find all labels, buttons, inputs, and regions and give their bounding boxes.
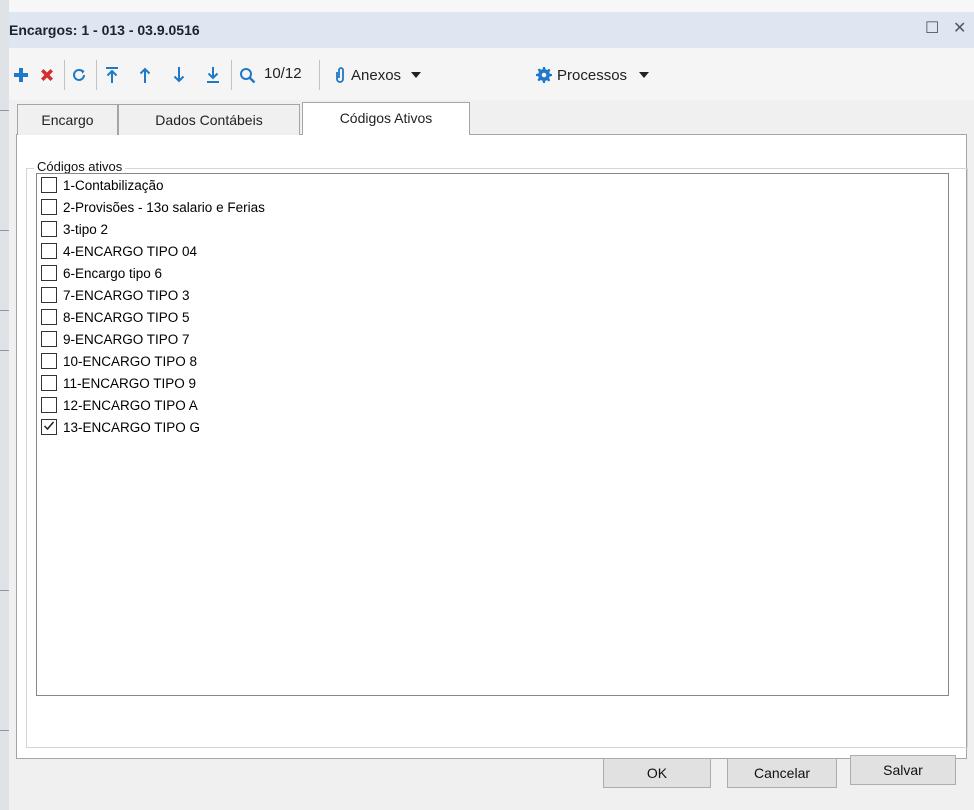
item-label: 8-ENCARGO TIPO 5 — [63, 310, 190, 325]
list-item[interactable]: 9-ENCARGO TIPO 7 — [41, 330, 190, 352]
search-icon — [240, 67, 256, 84]
checkbox[interactable] — [41, 287, 57, 304]
save-button[interactable]: Salvar — [850, 755, 956, 785]
tab-dados-contabeis[interactable]: Dados Contábeis — [118, 104, 300, 135]
list-item[interactable]: 12-ENCARGO TIPO A — [41, 396, 198, 418]
attachments-label: Anexos — [351, 67, 402, 84]
list-item[interactable]: 2-Provisões - 13o salario e Ferias — [41, 198, 265, 220]
item-label: 11-ENCARGO TIPO 9 — [63, 376, 197, 391]
gear-icon — [536, 67, 552, 84]
paperclip-icon — [336, 67, 344, 84]
last-record-icon — [207, 67, 219, 84]
background-window-top — [9, 0, 974, 12]
cancel-button[interactable]: Cancelar — [727, 758, 837, 788]
checkbox[interactable] — [41, 353, 57, 370]
delete-button[interactable] — [39, 62, 55, 86]
checkbox[interactable] — [41, 243, 57, 260]
chevron-down-icon — [639, 72, 650, 79]
add-button[interactable] — [13, 62, 29, 86]
list-item[interactable]: 10-ENCARGO TIPO 8 — [41, 352, 197, 374]
toolbar: 10/12 Anexos Processos — [9, 48, 974, 100]
ok-button[interactable]: OK — [603, 758, 711, 788]
item-label: 10-ENCARGO TIPO 8 — [63, 354, 198, 369]
checkbox[interactable] — [41, 199, 57, 216]
item-label: 6-Encargo tipo 6 — [63, 266, 163, 281]
item-label: 2-Provisões - 13o salario e Ferias — [63, 200, 265, 215]
processes-label: Processos — [557, 67, 628, 84]
group-label: Códigos ativos — [34, 159, 126, 174]
item-label: 4-ENCARGO TIPO 04 — [63, 244, 198, 259]
list-item[interactable]: 11-ENCARGO TIPO 9 — [41, 374, 196, 396]
next-record-icon — [173, 67, 185, 83]
first-record-icon — [106, 67, 118, 84]
checkbox[interactable] — [41, 331, 57, 348]
list-item[interactable]: 13-ENCARGO TIPO G — [41, 418, 200, 440]
last-record-button[interactable] — [205, 62, 221, 86]
checkbox[interactable] — [41, 265, 57, 282]
list-item[interactable]: 3-tipo 2 — [41, 220, 108, 242]
list-item[interactable]: 8-ENCARGO TIPO 5 — [41, 308, 190, 330]
maximize-button[interactable]: ☐ — [925, 20, 939, 38]
checkbox[interactable] — [41, 375, 57, 392]
tab-codigos-ativos[interactable]: Códigos Ativos — [302, 102, 470, 135]
item-label: 7-ENCARGO TIPO 3 — [63, 288, 190, 303]
checkbox[interactable] — [41, 397, 57, 414]
tab-encargo[interactable]: Encargo — [17, 104, 118, 135]
codigos-checklist[interactable]: 1-Contabilização 2-Provisões - 13o salar… — [36, 173, 949, 696]
previous-record-icon — [139, 67, 151, 84]
search-button[interactable] — [239, 62, 256, 86]
list-item[interactable]: 4-ENCARGO TIPO 04 — [41, 242, 197, 264]
item-label: 1-Contabilização — [63, 178, 164, 193]
checkbox[interactable] — [41, 419, 57, 436]
checkbox[interactable] — [41, 309, 57, 326]
checkbox[interactable] — [41, 177, 57, 194]
item-label: 13-ENCARGO TIPO G — [63, 420, 201, 435]
dialog-titlebar: Encargos: 1 - 013 - 03.9.0516 ☐ ✕ — [9, 12, 974, 48]
delete-icon — [41, 69, 53, 82]
chevron-down-icon — [411, 72, 422, 79]
checkmark-icon — [43, 421, 55, 431]
first-record-button[interactable] — [104, 62, 120, 86]
plus-icon — [14, 68, 28, 83]
checkbox[interactable] — [41, 221, 57, 238]
record-position: 10/12 — [264, 65, 302, 82]
refresh-button[interactable] — [71, 62, 87, 86]
list-item[interactable]: 1-Contabilização — [41, 176, 164, 198]
refresh-icon — [73, 69, 85, 82]
list-item[interactable]: 7-ENCARGO TIPO 3 — [41, 286, 190, 308]
close-button[interactable]: ✕ — [953, 20, 966, 38]
previous-record-button[interactable] — [138, 62, 152, 86]
item-label: 9-ENCARGO TIPO 7 — [63, 332, 190, 347]
next-record-button[interactable] — [172, 62, 186, 86]
list-item[interactable]: 6-Encargo tipo 6 — [41, 264, 162, 286]
item-label: 3-tipo 2 — [63, 222, 109, 237]
item-label: 12-ENCARGO TIPO A — [63, 398, 198, 413]
attachments-button[interactable]: Anexos — [334, 62, 422, 86]
dialog-title: Encargos: 1 - 013 - 03.9.0516 — [9, 22, 200, 38]
encargos-dialog: Encargos: 1 - 013 - 03.9.0516 ☐ ✕ 10/12 … — [9, 12, 974, 810]
processes-button[interactable]: Processos — [536, 62, 650, 86]
